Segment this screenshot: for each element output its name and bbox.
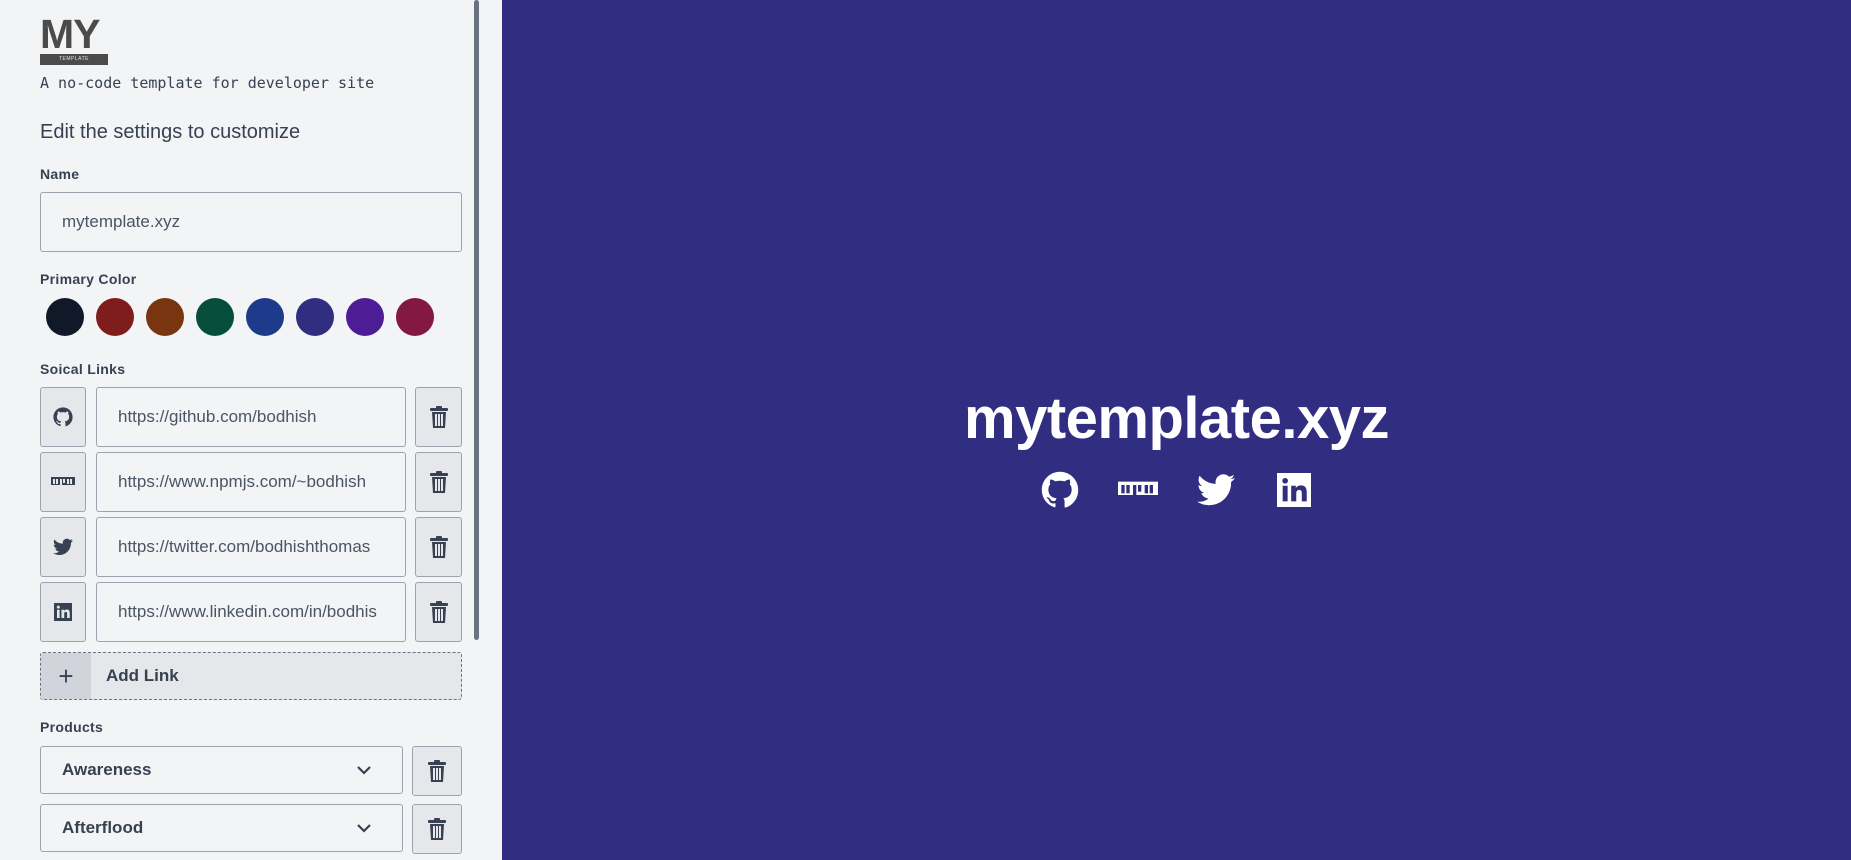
add-link-label: Add Link — [106, 666, 179, 685]
color-swatch-red[interactable] — [96, 298, 134, 336]
color-swatch-pink[interactable] — [396, 298, 434, 336]
product-select-value: Awareness — [62, 760, 152, 779]
linkedin-icon — [54, 603, 72, 621]
delete-product-button[interactable] — [412, 804, 462, 854]
social-links-label: Soical Links — [40, 361, 126, 377]
delete-link-button[interactable] — [415, 452, 462, 512]
github-icon — [1041, 471, 1078, 508]
color-swatches — [46, 298, 434, 336]
site-preview: mytemplate.xyz — [502, 0, 1851, 860]
add-link-button[interactable]: + Add Link — [40, 652, 462, 700]
name-input[interactable]: mytemplate.xyz — [40, 192, 462, 252]
tagline: A no-code template for developer site — [40, 74, 375, 92]
product-select[interactable]: Afterflood — [40, 804, 403, 852]
preview-site-name: mytemplate.xyz — [964, 386, 1389, 451]
preview-github-link[interactable] — [1040, 470, 1080, 510]
social-link-icon-button[interactable] — [40, 452, 86, 512]
social-link-url-input[interactable]: https://www.npmjs.com/~bodhish — [96, 452, 406, 512]
product-select-value: Afterflood — [62, 818, 144, 837]
social-link-url-input[interactable]: https://twitter.com/bodhishthomas — [96, 517, 406, 577]
social-link-icon-button[interactable] — [40, 387, 86, 447]
delete-link-button[interactable] — [415, 387, 462, 447]
twitter-icon — [1196, 474, 1235, 506]
preview-social-icons — [502, 470, 1851, 510]
primary-color-label: Primary Color — [40, 271, 137, 287]
edit-hint: Edit the settings to customize — [40, 121, 301, 143]
preview-npm-link[interactable] — [1117, 470, 1158, 510]
color-swatch-gray[interactable] — [46, 298, 84, 336]
social-link-url-input[interactable]: https://github.com/bodhish — [96, 387, 406, 447]
social-link-icon-button[interactable] — [40, 517, 86, 577]
linkedin-icon — [1276, 473, 1311, 507]
color-swatch-green[interactable] — [196, 298, 234, 336]
name-label: Name — [40, 166, 80, 182]
trash-icon — [429, 601, 448, 623]
delete-link-button[interactable] — [415, 517, 462, 577]
chevron-down-icon — [357, 824, 371, 833]
products-label: Products — [40, 719, 104, 735]
product-select[interactable]: Awareness — [40, 746, 403, 794]
trash-icon — [429, 471, 448, 493]
sidebar-scrollbar[interactable] — [474, 0, 479, 640]
trash-icon — [429, 536, 448, 558]
preview-linkedin-link[interactable] — [1274, 470, 1314, 510]
social-link-url-input[interactable]: https://www.linkedin.com/in/bodhis — [96, 582, 406, 642]
chevron-down-icon — [357, 766, 371, 775]
color-swatch-blue[interactable] — [246, 298, 284, 336]
trash-icon — [429, 406, 448, 428]
color-swatch-indigo[interactable] — [296, 298, 334, 336]
social-link-icon-button[interactable] — [40, 582, 86, 642]
logo-mark: MY — [40, 11, 101, 57]
twitter-icon — [53, 538, 73, 555]
plus-icon: + — [41, 653, 91, 699]
trash-icon — [428, 818, 446, 840]
npm-icon — [1117, 481, 1158, 497]
logo: MY TEMPLATE — [40, 11, 108, 66]
github-icon — [53, 407, 73, 427]
color-swatch-orange[interactable] — [146, 298, 184, 336]
color-swatch-purple[interactable] — [346, 298, 384, 336]
delete-product-button[interactable] — [412, 746, 462, 796]
preview-twitter-link[interactable] — [1196, 470, 1236, 510]
settings-sidebar: MY TEMPLATE A no-code template for devel… — [0, 0, 502, 860]
delete-link-button[interactable] — [415, 582, 462, 642]
trash-icon — [428, 760, 446, 782]
npm-icon — [51, 477, 75, 486]
